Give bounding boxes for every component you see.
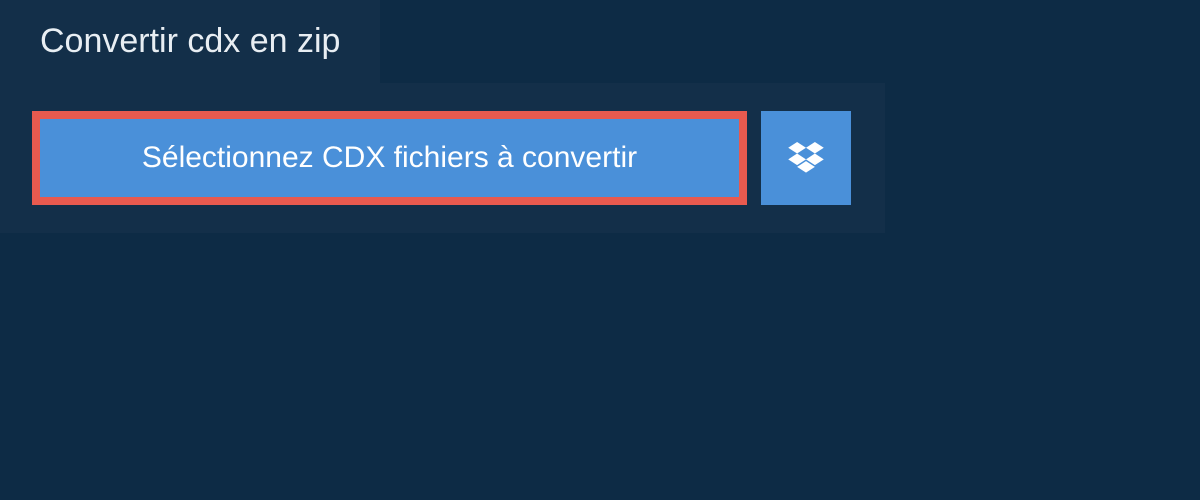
conversion-panel: Sélectionnez CDX fichiers à convertir	[0, 83, 885, 233]
active-tab[interactable]: Convertir cdx en zip	[0, 0, 380, 83]
button-row: Sélectionnez CDX fichiers à convertir	[32, 111, 853, 205]
select-files-label: Sélectionnez CDX fichiers à convertir	[142, 141, 637, 175]
dropbox-button[interactable]	[761, 111, 851, 205]
select-files-button[interactable]: Sélectionnez CDX fichiers à convertir	[32, 111, 747, 205]
dropbox-icon	[788, 142, 824, 174]
tab-label: Convertir cdx en zip	[40, 22, 340, 60]
